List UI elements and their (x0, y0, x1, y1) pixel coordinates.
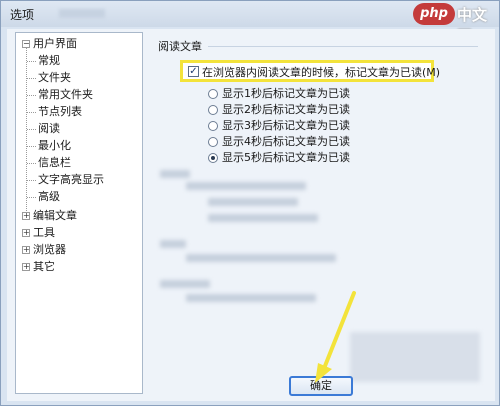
tree-item-reading[interactable]: 阅读 (27, 120, 60, 137)
radio-button[interactable] (208, 137, 218, 147)
expand-icon[interactable]: + (22, 229, 30, 237)
expand-icon[interactable]: + (22, 263, 30, 271)
radio-label: 显示3秒后标记文章为已读 (222, 119, 350, 132)
radio-label: 显示1秒后标记文章为已读 (222, 87, 350, 100)
blurred-content (186, 294, 316, 302)
tree-item-label: 信息栏 (38, 156, 71, 169)
blurred-content (208, 214, 318, 222)
radio-option-5s[interactable]: 显示5秒后标记文章为已读 (208, 150, 350, 166)
radio-option-1s[interactable]: 显示1秒后标记文章为已读 (208, 86, 350, 102)
php-watermark-logo: php 中文网 (413, 3, 497, 45)
blurred-content (186, 182, 306, 190)
window-title: 选项 (10, 8, 35, 22)
tree-item-label: 最小化 (38, 139, 71, 152)
tree-item-user-interface[interactable]: − 用户界面 (22, 35, 77, 52)
tree-item-label: 高级 (38, 190, 60, 203)
tree-item-minimize[interactable]: 最小化 (27, 137, 71, 154)
radio-option-4s[interactable]: 显示4秒后标记文章为已读 (208, 134, 350, 150)
tree-item-info-bar[interactable]: 信息栏 (27, 154, 71, 171)
blurred-content (160, 280, 210, 288)
mark-read-checkbox-row[interactable]: ✓ 在浏览器内阅读文章的时候，标记文章为已读(M) (180, 60, 440, 82)
collapse-icon[interactable]: − (22, 40, 30, 48)
blurred-content (186, 254, 336, 262)
tree-item-other[interactable]: + 其它 (22, 258, 55, 275)
tree-item-label: 用户界面 (33, 37, 77, 50)
options-tree: − 用户界面 常规 文件夹 常用文件夹 节点列表 阅读 最小化 信息栏 文字高亮显… (15, 32, 143, 394)
tree-item-label: 阅读 (38, 122, 60, 135)
tree-item-general[interactable]: 常规 (27, 52, 60, 69)
blurred-content (350, 332, 480, 382)
dialog-body: − 用户界面 常规 文件夹 常用文件夹 节点列表 阅读 最小化 信息栏 文字高亮显… (7, 29, 495, 401)
blurred-content (160, 240, 186, 248)
tree-item-tools[interactable]: + 工具 (22, 224, 55, 241)
mark-read-checkbox-label: 在浏览器内阅读文章的时候，标记文章为已读(M) (202, 66, 441, 79)
tree-item-advanced[interactable]: 高级 (27, 188, 60, 205)
tree-item-label: 文件夹 (38, 71, 71, 84)
radio-button[interactable] (208, 105, 218, 115)
radio-option-2s[interactable]: 显示2秒后标记文章为已读 (208, 102, 350, 118)
blurred-content (160, 170, 190, 178)
radio-label: 显示5秒后标记文章为已读 (222, 151, 350, 164)
radio-label: 显示2秒后标记文章为已读 (222, 103, 350, 116)
radio-button[interactable] (208, 89, 218, 99)
title-bar[interactable]: 选项 php 中文网 (1, 1, 499, 45)
tree-item-folders[interactable]: 文件夹 (27, 69, 71, 86)
tree-item-label: 编辑文章 (33, 209, 77, 222)
ok-button[interactable]: 确定 (289, 376, 353, 396)
blurred-content (208, 198, 298, 206)
tree-item-browser[interactable]: + 浏览器 (22, 241, 66, 258)
tree-item-label: 常规 (38, 54, 60, 67)
radio-button-selected[interactable] (208, 153, 218, 163)
tree-item-node-list[interactable]: 节点列表 (27, 103, 82, 120)
radio-button[interactable] (208, 121, 218, 131)
tree-item-label: 浏览器 (33, 243, 66, 256)
tree-item-common-folders[interactable]: 常用文件夹 (27, 86, 93, 103)
tree-item-label: 常用文件夹 (38, 88, 93, 101)
tree-item-label: 工具 (33, 226, 55, 239)
tree-item-label: 其它 (33, 260, 55, 273)
options-window: 选项 php 中文网 −用户界面 常规 文件夹 常用文件夹 节点列表 阅读 最小… (0, 0, 500, 406)
radio-label: 显示4秒后标记文章为已读 (222, 135, 350, 148)
title-blur (59, 9, 105, 18)
mark-read-checkbox[interactable]: ✓ (188, 66, 199, 77)
radio-option-3s[interactable]: 显示3秒后标记文章为已读 (208, 118, 350, 134)
expand-icon[interactable]: + (22, 246, 30, 254)
expand-icon[interactable]: + (22, 212, 30, 220)
tree-item-text-highlight[interactable]: 文字高亮显示 (27, 171, 104, 188)
tree-item-label: 文字高亮显示 (38, 173, 104, 186)
settings-panel: 阅读文章 ✓ 在浏览器内阅读文章的时候，标记文章为已读(M) 显示1秒后标记文章… (150, 32, 488, 394)
tree-item-edit-article[interactable]: + 编辑文章 (22, 207, 77, 224)
section-title-reading: 阅读文章 (158, 40, 202, 53)
section-divider (208, 46, 478, 47)
php-badge: php (413, 3, 455, 25)
tree-item-label: 节点列表 (38, 105, 82, 118)
